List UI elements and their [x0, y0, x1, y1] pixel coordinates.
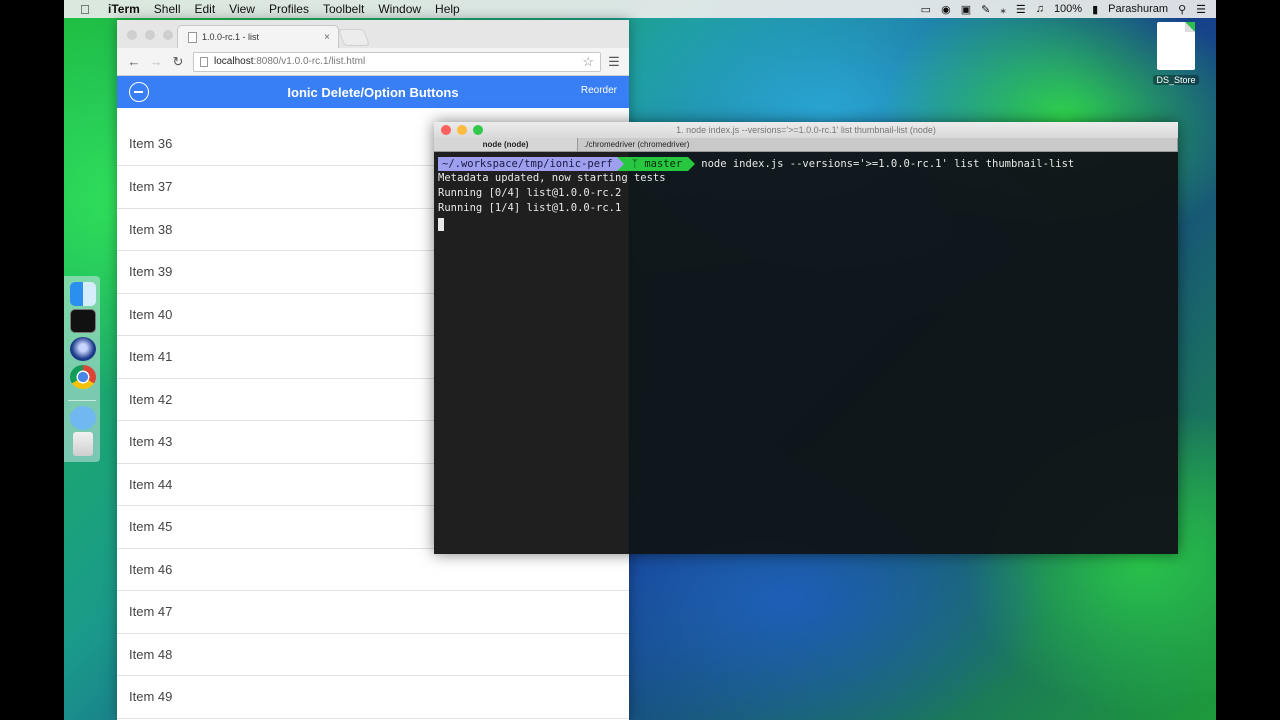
terminal-icon[interactable]: [70, 309, 96, 333]
airplay-icon[interactable]: ▣: [961, 3, 971, 16]
menu-view[interactable]: View: [229, 2, 255, 16]
browser-toolbar: ← → ↻ localhost :8080/v1.0.0-rc.1/list.h…: [117, 48, 629, 76]
user-name[interactable]: Parashuram: [1108, 3, 1168, 15]
chrome-icon[interactable]: [70, 365, 96, 389]
pen-icon[interactable]: ✎: [981, 3, 990, 16]
battery-percent[interactable]: 100%: [1054, 3, 1082, 15]
terminal-output[interactable]: ~/.workspace/tmp/ionic-perf ᛉ master nod…: [434, 152, 1178, 554]
desktop-file[interactable]: DS_Store: [1146, 22, 1206, 88]
output-line: Running [0/4] list@1.0.0-rc.2: [438, 187, 622, 199]
prompt-separator: [688, 156, 696, 171]
text-cursor: [438, 218, 444, 231]
tab-node[interactable]: node (node): [434, 138, 578, 151]
reload-icon[interactable]: ↻: [167, 54, 189, 70]
notification-center-icon[interactable]: ☰: [1196, 3, 1206, 16]
menu-profiles[interactable]: Profiles: [269, 2, 309, 16]
menu-extras: ▭ ◉ ▣ ✎ ⁎ ☰ ♫ 100% ▮ Parashuram ⚲ ☰: [921, 3, 1206, 16]
output-line: Metadata updated, now starting tests: [438, 172, 666, 184]
minimize-button[interactable]: [145, 30, 155, 40]
desktop-file-label: DS_Store: [1153, 75, 1199, 85]
terminal-window-controls: [441, 125, 483, 135]
reorder-button[interactable]: Reorder: [581, 85, 617, 96]
list-item[interactable]: Item 49: [117, 676, 629, 719]
zoom-button[interactable]: [473, 125, 483, 135]
menu-toolbelt[interactable]: Toolbelt: [323, 2, 364, 16]
letterbox-right: [1216, 0, 1280, 720]
terminal-window: 1. node index.js --versions='>=1.0.0-rc.…: [434, 122, 1178, 554]
bookmark-star-icon[interactable]: ☆: [582, 54, 594, 70]
terminal-titlebar: 1. node index.js --versions='>=1.0.0-rc.…: [434, 122, 1178, 138]
dock-separator: [68, 400, 96, 401]
zoom-button[interactable]: [163, 30, 173, 40]
minus-circle-icon[interactable]: [129, 82, 149, 102]
wifi-icon[interactable]: ☰: [1016, 3, 1026, 16]
list-item[interactable]: Item 46: [117, 549, 629, 591]
browser-tab[interactable]: 1.0.0-rc.1 - list ×: [177, 25, 339, 48]
finder-icon[interactable]: [70, 282, 96, 306]
menu-edit[interactable]: Edit: [194, 2, 215, 16]
back-icon[interactable]: ←: [123, 54, 145, 69]
menu-help[interactable]: Help: [435, 2, 460, 16]
menu-window[interactable]: Window: [378, 2, 421, 16]
branch-name: master: [644, 157, 683, 170]
list-item[interactable]: Item 47: [117, 591, 629, 634]
bluetooth-icon[interactable]: ⁎: [1000, 3, 1006, 16]
page-icon: [200, 56, 208, 67]
trash-icon[interactable]: [73, 432, 93, 456]
close-button[interactable]: [127, 30, 137, 40]
menu-shell[interactable]: Shell: [154, 2, 181, 16]
page-icon: [188, 31, 197, 43]
page-title: Ionic Delete/Option Buttons: [287, 84, 459, 100]
dock: [64, 276, 100, 462]
git-branch-icon: ᛉ: [631, 157, 645, 170]
quicktime-icon[interactable]: [70, 337, 96, 361]
tab-title: 1.0.0-rc.1 - list: [202, 32, 260, 42]
terminal-title: 1. node index.js --versions='>=1.0.0-rc.…: [676, 125, 936, 135]
letterbox-left: [0, 0, 64, 720]
menu-app-name[interactable]: iTerm: [108, 2, 140, 16]
address-bar[interactable]: localhost :8080/v1.0.0-rc.1/list.html ☆: [193, 51, 601, 72]
downloads-icon[interactable]: [70, 406, 96, 430]
new-tab-button[interactable]: [337, 29, 371, 46]
browser-tabstrip: 1.0.0-rc.1 - list ×: [117, 20, 629, 48]
prompt-branch: ᛉ master: [623, 156, 689, 171]
terminal-tabs: node (node) ./chromedriver (chromedriver…: [434, 138, 1178, 152]
list-item[interactable]: Item 48: [117, 634, 629, 676]
apple-icon[interactable]: : [80, 2, 96, 17]
url-host: localhost: [214, 56, 254, 67]
menu-icon[interactable]: ☰: [605, 54, 623, 70]
search-icon[interactable]: ⚲: [1178, 3, 1186, 16]
close-icon[interactable]: ×: [324, 32, 330, 43]
command-text: node index.js --versions='>=1.0.0-rc.1' …: [701, 157, 1075, 170]
browser-window-controls: [127, 30, 173, 40]
url-path: :8080/v1.0.0-rc.1/list.html: [253, 56, 366, 67]
minimize-button[interactable]: [457, 125, 467, 135]
desktop:  iTerm Shell Edit View Profiles Toolbel…: [64, 0, 1216, 720]
shell-prompt: ~/.workspace/tmp/ionic-perf ᛉ master nod…: [438, 156, 1174, 171]
output-line: Running [1/4] list@1.0.0-rc.1: [438, 202, 622, 214]
forward-icon[interactable]: →: [145, 54, 167, 69]
tab-chromedriver[interactable]: ./chromedriver (chromedriver): [578, 138, 1178, 151]
prompt-separator: [616, 156, 624, 171]
document-icon: [1157, 22, 1195, 70]
ionic-header-bar: Ionic Delete/Option Buttons Reorder: [117, 76, 629, 108]
record-icon[interactable]: ◉: [941, 3, 951, 16]
close-button[interactable]: [441, 125, 451, 135]
prompt-path: ~/.workspace/tmp/ionic-perf: [438, 156, 617, 171]
menu-bar:  iTerm Shell Edit View Profiles Toolbel…: [64, 0, 1216, 18]
volume-icon[interactable]: ♫: [1036, 3, 1044, 15]
cast-icon[interactable]: ▭: [921, 3, 931, 16]
battery-icon[interactable]: ▮: [1092, 3, 1098, 16]
